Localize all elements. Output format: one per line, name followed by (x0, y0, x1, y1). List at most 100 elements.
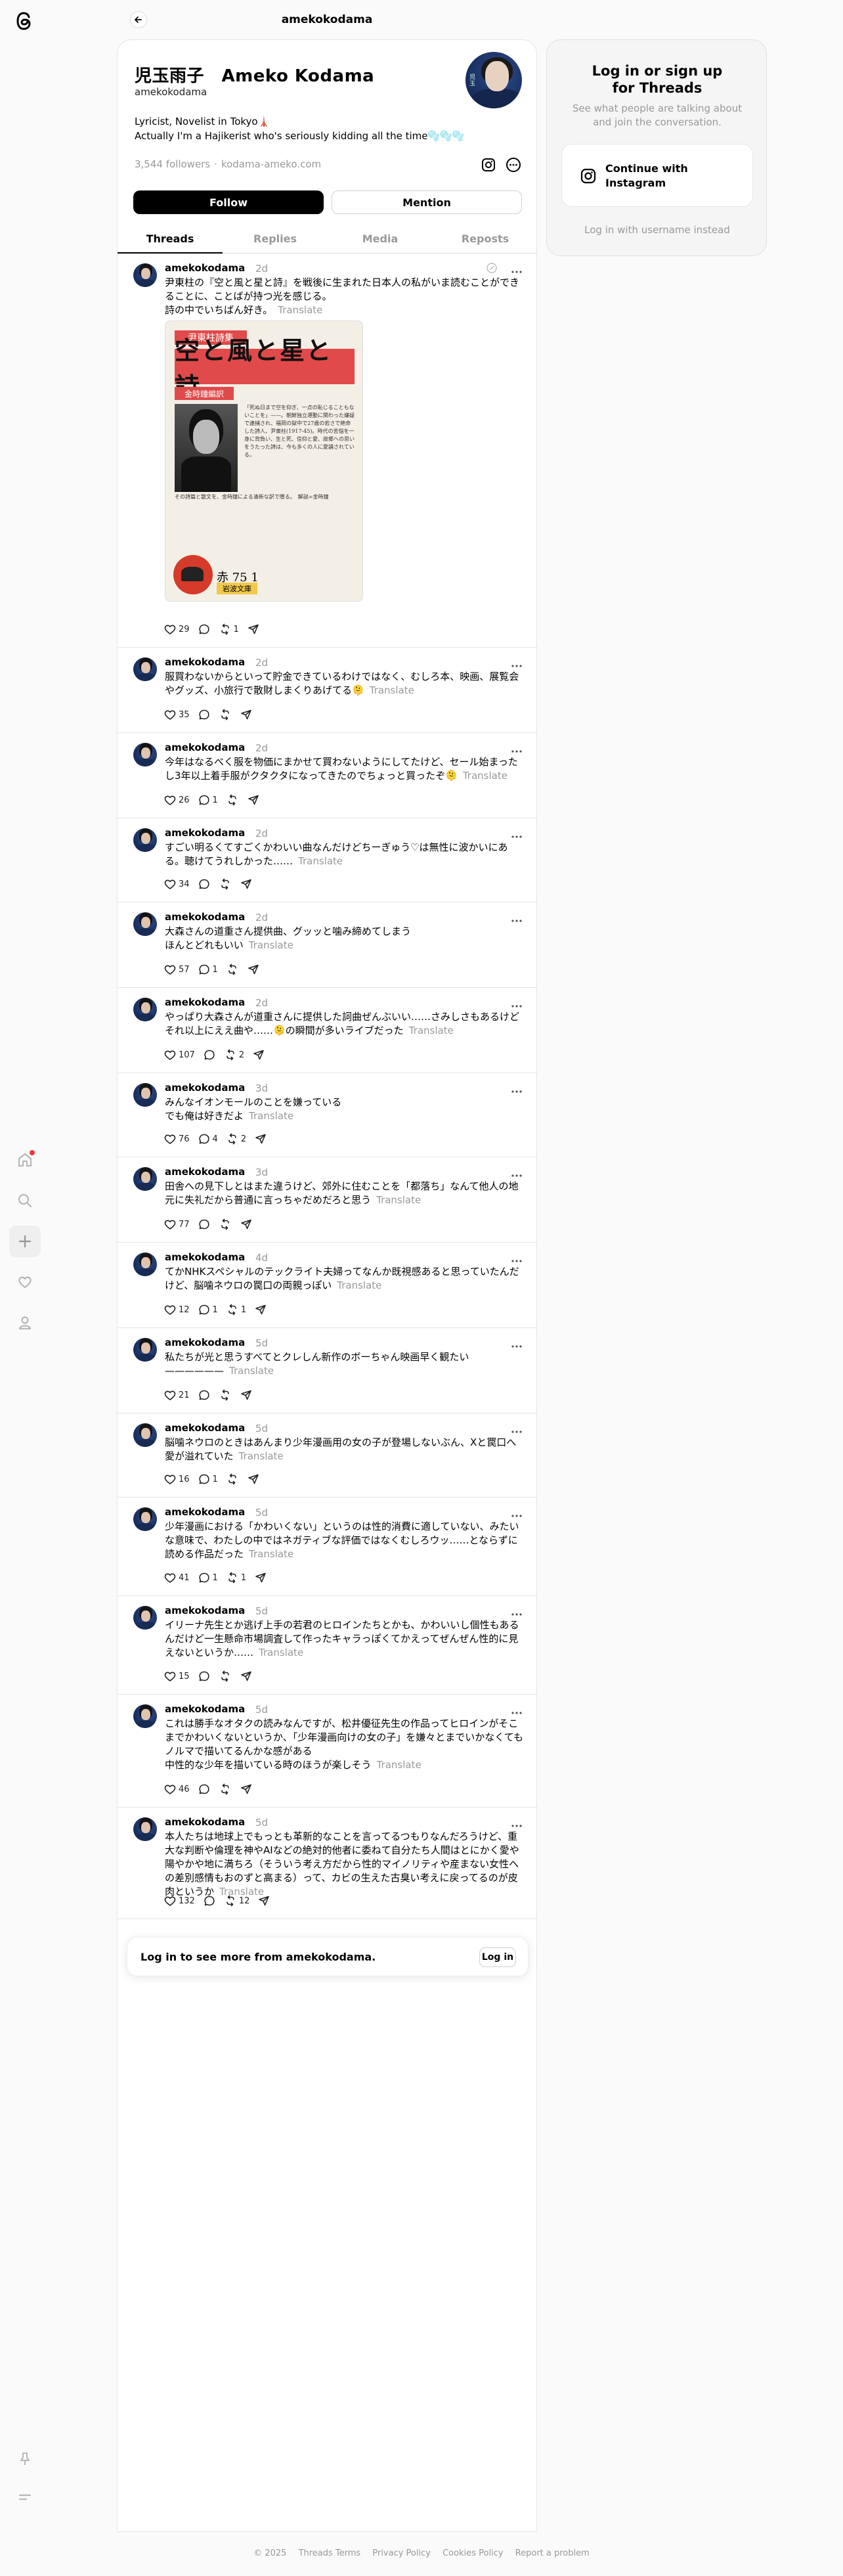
post-timestamp[interactable]: 2d (255, 742, 268, 754)
translate-link[interactable]: Translate (239, 1450, 284, 1462)
repost-button[interactable] (219, 1387, 232, 1403)
translate-link[interactable]: Translate (259, 1647, 303, 1658)
home-icon[interactable] (9, 1144, 41, 1176)
post-avatar[interactable] (133, 1507, 157, 1531)
post-more-icon[interactable] (510, 1085, 523, 1093)
post-more-icon[interactable] (510, 1509, 523, 1517)
repost-button[interactable]: 1 (226, 1570, 246, 1586)
tab-media[interactable]: Media (328, 225, 433, 253)
like-button[interactable]: 41 (163, 1570, 190, 1586)
post-avatar[interactable] (133, 912, 157, 936)
footer-privacy-link[interactable]: Privacy Policy (372, 2548, 431, 2558)
repost-button[interactable] (219, 1216, 232, 1232)
thread-post[interactable]: amekokodama 2d 服買わないからといって貯金できているわけではなく、むし… (118, 648, 538, 733)
post-timestamp[interactable]: 3d (255, 1082, 268, 1094)
repost-button[interactable] (219, 876, 232, 892)
post-avatar[interactable] (133, 1606, 157, 1630)
search-icon[interactable] (9, 1185, 41, 1216)
post-username[interactable]: amekokodama (165, 742, 245, 753)
post-avatar[interactable] (133, 828, 157, 852)
translate-link[interactable]: Translate (337, 1279, 381, 1291)
post-timestamp[interactable]: 2d (255, 912, 268, 923)
post-image-book-cover[interactable]: 尹東柱詩集空と風と星と詩金時鐘編訳「死ぬ日まで空を仰ぎ、一点の恥じることもないこ… (165, 321, 363, 602)
thread-post[interactable]: amekokodama 2d 今年はなるべく服を物価にまかせて買わないようにしてたけ… (118, 733, 538, 818)
post-username[interactable]: amekokodama (165, 1337, 245, 1348)
thread-post[interactable]: amekokodama 5d イリーナ先生とか逃げ上手の若君のヒロインたちとかも、か… (118, 1596, 538, 1695)
threads-logo-icon[interactable] (12, 8, 35, 34)
translate-link[interactable]: Translate (409, 1025, 454, 1036)
post-more-icon[interactable] (510, 1340, 523, 1348)
post-username[interactable]: amekokodama (165, 1082, 245, 1094)
post-username[interactable]: amekokodama (165, 1703, 245, 1715)
like-button[interactable]: 107 (163, 1047, 195, 1063)
create-icon[interactable] (9, 1226, 41, 1257)
post-username[interactable]: amekokodama (165, 1506, 245, 1518)
reply-button[interactable]: 1 (198, 792, 218, 808)
thread-post[interactable]: amekokodama 5d 脳噛ネウロのときはあんまり少年漫画用の女の子が登場しな… (118, 1413, 538, 1498)
share-button[interactable] (247, 621, 260, 637)
post-username[interactable]: amekokodama (165, 1605, 245, 1616)
share-button[interactable] (240, 1781, 253, 1797)
post-timestamp[interactable]: 2d (255, 997, 268, 1009)
repost-button[interactable] (226, 962, 239, 977)
like-button[interactable]: 46 (163, 1781, 190, 1797)
reply-button[interactable] (198, 876, 211, 892)
repost-button[interactable]: 1 (219, 621, 239, 637)
thread-post[interactable]: amekokodama 2d やっぱり大森さんが道重さんに提供した詞曲ぜんぶいい……… (118, 988, 538, 1073)
reply-button[interactable] (198, 707, 211, 722)
pin-icon[interactable] (9, 2443, 41, 2475)
back-arrow-icon[interactable] (130, 11, 147, 28)
like-button[interactable]: 76 (163, 1131, 190, 1147)
reply-button[interactable]: 4 (198, 1131, 218, 1147)
post-username[interactable]: amekokodama (165, 911, 245, 923)
followers-count[interactable]: 3,544 followers (135, 158, 210, 170)
tab-threads[interactable]: Threads (118, 225, 223, 254)
post-timestamp[interactable]: 2d (255, 828, 268, 839)
share-button[interactable] (247, 1471, 260, 1487)
share-button[interactable] (247, 962, 260, 977)
post-timestamp[interactable]: 5d (255, 1337, 268, 1349)
reply-button[interactable] (198, 1216, 211, 1232)
translate-link[interactable]: Translate (278, 304, 322, 316)
post-timestamp[interactable]: 5d (255, 1507, 268, 1519)
post-more-icon[interactable] (510, 1169, 523, 1177)
like-button[interactable]: 132 (163, 1893, 195, 1909)
share-button[interactable] (240, 876, 253, 892)
post-username[interactable]: amekokodama (165, 1422, 245, 1434)
share-button[interactable] (240, 1668, 253, 1684)
post-avatar[interactable] (133, 1423, 157, 1447)
share-button[interactable] (257, 1893, 270, 1909)
post-more-icon[interactable] (510, 830, 523, 838)
like-button[interactable]: 29 (163, 621, 190, 637)
post-avatar[interactable] (133, 1817, 157, 1841)
share-button[interactable] (240, 1216, 253, 1232)
post-username[interactable]: amekokodama (165, 1166, 245, 1178)
post-username[interactable]: amekokodama (165, 1251, 245, 1263)
reply-button[interactable]: 1 (198, 1570, 218, 1586)
footer-report-link[interactable]: Report a problem (515, 2548, 590, 2558)
post-avatar[interactable] (133, 263, 157, 287)
like-button[interactable]: 26 (163, 792, 190, 808)
post-avatar[interactable] (133, 998, 157, 1021)
reply-button[interactable]: 1 (198, 1471, 218, 1487)
thread-post[interactable]: amekokodama 3d 田舎への見下しとはまた違うけど、郊外に住むことを「都落… (118, 1157, 538, 1243)
thread-post[interactable]: amekokodama 5d 私たちが光と思うすべてとクレしん新作のボーちゃん映画早… (118, 1328, 538, 1413)
repost-button[interactable] (219, 1781, 232, 1797)
heart-icon[interactable] (9, 1266, 41, 1298)
post-more-icon[interactable] (510, 745, 523, 753)
post-timestamp[interactable]: 5d (255, 1605, 268, 1617)
post-timestamp[interactable]: 5d (255, 1423, 268, 1434)
repost-button[interactable] (226, 792, 239, 808)
profile-link[interactable]: kodama-ameko.com (221, 158, 321, 170)
reply-button[interactable] (198, 1387, 211, 1403)
post-timestamp[interactable]: 5d (255, 1704, 268, 1716)
continue-with-instagram-button[interactable]: Continue with Instagram (561, 144, 753, 207)
footer-cookies-link[interactable]: Cookies Policy (443, 2548, 503, 2558)
repost-button[interactable]: 12 (224, 1893, 249, 1909)
like-button[interactable]: 57 (163, 962, 190, 977)
reply-button[interactable] (198, 1781, 211, 1797)
reply-button[interactable] (198, 1668, 211, 1684)
thread-post[interactable]: amekokodama 5d 本人たちは地球上でもっとも革新的なことを言ってるつもり… (118, 1808, 538, 1919)
post-username[interactable]: amekokodama (165, 262, 245, 274)
translate-link[interactable]: Translate (229, 1365, 274, 1377)
